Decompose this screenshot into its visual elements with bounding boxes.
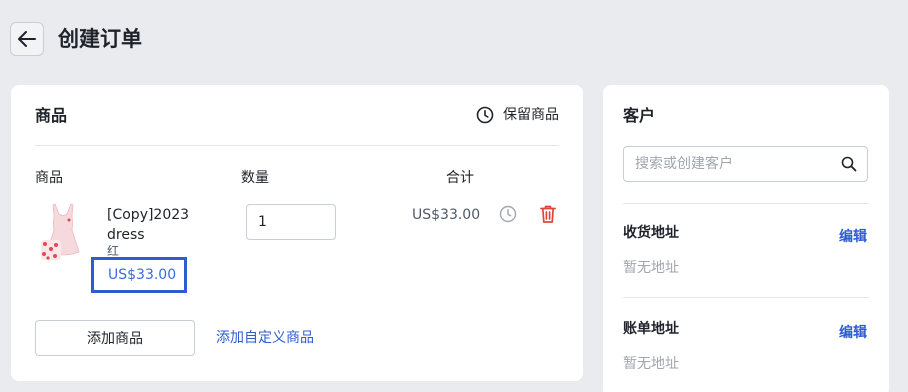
- line-total: US$33.00: [412, 207, 481, 223]
- edit-billing-address-link[interactable]: 编辑: [839, 323, 867, 343]
- billing-address-title: 账单地址: [623, 321, 679, 337]
- trash-icon[interactable]: [539, 204, 557, 224]
- divider: [623, 203, 869, 204]
- clock-icon: [476, 106, 494, 124]
- product-thumbnail: [41, 203, 80, 260]
- divider: [623, 297, 869, 298]
- add-custom-product-link[interactable]: 添加自定义商品: [216, 328, 314, 348]
- column-header-product: 商品: [35, 170, 63, 186]
- page-title: 创建订单: [58, 27, 142, 51]
- products-title: 商品: [35, 106, 68, 125]
- hold-products-label: 保留商品: [503, 107, 559, 123]
- shipping-address-title: 收货地址: [623, 225, 679, 241]
- quantity-input[interactable]: [246, 204, 336, 240]
- hold-products-button[interactable]: 保留商品: [476, 105, 559, 125]
- billing-address-empty: 暂无地址: [623, 356, 679, 372]
- product-price-highlight: US$33.00: [91, 257, 187, 293]
- customer-card: 客户 收货地址 编辑 暂无地址 账单地址 编辑 暂无地址: [603, 85, 889, 392]
- customer-search-input[interactable]: [624, 147, 824, 181]
- customer-title: 客户: [623, 106, 656, 125]
- shipping-address-empty: 暂无地址: [623, 260, 679, 276]
- product-price[interactable]: US$33.00: [108, 265, 176, 285]
- edit-shipping-address-link[interactable]: 编辑: [839, 227, 867, 247]
- products-card: 商品 保留商品 商品 数量 合计 [Copy]2023 dress 红 US$3…: [11, 85, 583, 381]
- customer-search: [623, 146, 868, 182]
- clock-icon[interactable]: [499, 205, 517, 223]
- arrow-left-icon: [18, 31, 36, 47]
- product-name[interactable]: [Copy]2023 dress: [107, 205, 197, 245]
- search-icon[interactable]: [841, 156, 857, 172]
- add-product-button[interactable]: 添加商品: [35, 320, 195, 356]
- column-header-quantity: 数量: [241, 170, 269, 186]
- divider: [35, 145, 559, 146]
- column-header-total: 合计: [446, 170, 474, 186]
- back-button[interactable]: [10, 22, 44, 56]
